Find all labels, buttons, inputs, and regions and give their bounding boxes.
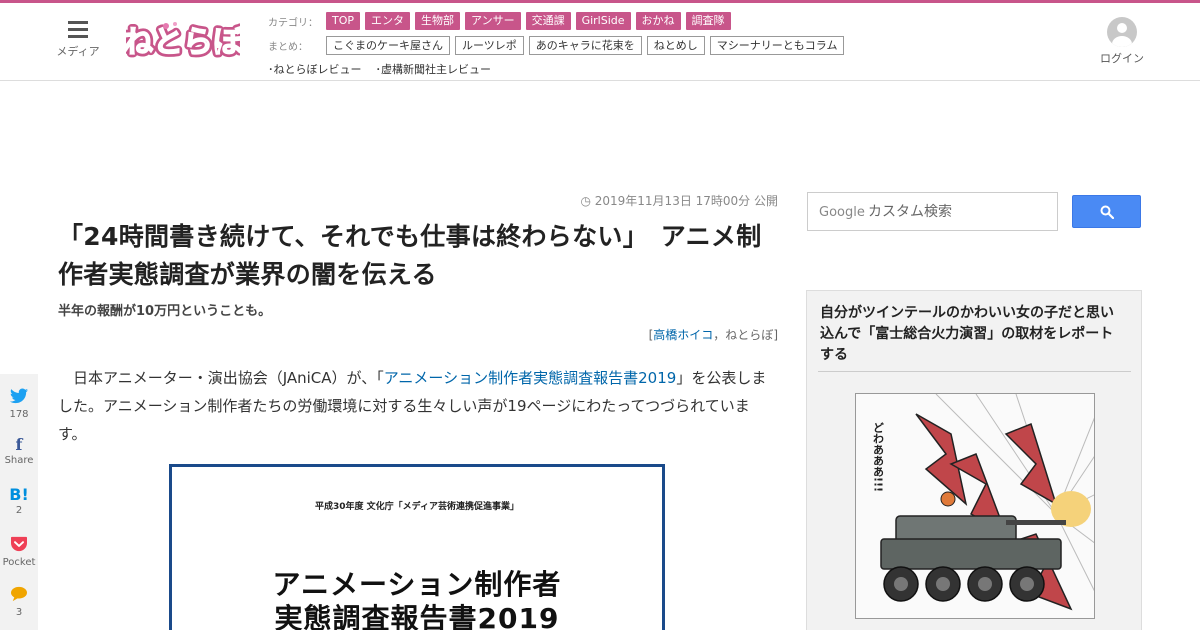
paragraph-text-1: 日本アニメーター・演出協会（JAniCA）が、「 [73,369,384,387]
media-menu-button[interactable]: メディア [52,21,104,59]
matome-koguma[interactable]: こぐまのケーキ屋さん [326,35,450,55]
search-submit-button[interactable] [1072,195,1141,228]
category-label: カテゴリ： [268,17,318,29]
article-byline: [高橋ホイコ，ねとらぼ] [649,326,778,343]
matome-netomeshi[interactable]: ねとめし [646,35,705,55]
global-nav: カテゴリ： TOP エンタ 生物部 アンサー 交通課 GirlSide おかね … [268,10,968,82]
report-link[interactable]: アニメーション制作者実態調査報告書2019 [384,369,677,387]
review-kyoko[interactable]: ･虚構新聞社主レビュー [376,61,492,77]
matome-row: まとめ： こぐまのケーキ屋さん ルーツレポ あのキャラに花束を ねとめし マシー… [268,34,968,56]
site-logo[interactable]: ねとらぼ ねとらぼ [120,17,248,65]
article-subtitle: 半年の報酬が10万円ということも。 [58,304,272,319]
user-avatar-icon [1107,17,1137,47]
recommended-article-card[interactable]: 自分がツインテールのかわいい女の子だと思い込んで「富士総合火力演習」の取材をレポ… [806,290,1142,630]
media-menu-label: メディア [56,45,100,58]
twitter-count: 178 [9,409,29,420]
share-comment-button[interactable]: 3 [0,586,38,620]
recommended-article-title[interactable]: 自分がツインテールのかわいい女の子だと思い込んで「富士総合火力演習」の取材をレポ… [820,303,1120,366]
pocket-icon [0,536,38,556]
matome-label: まとめ： [268,41,308,53]
share-pocket-button[interactable]: Pocket [0,536,38,570]
matome-hanataba[interactable]: あのキャラに花束を [528,35,642,55]
review-row: ･ねとらぼレビュー ･虚構新聞社主レビュー [268,58,968,80]
google-brand-text: Google [819,205,865,220]
share-twitter-button[interactable]: 178 [0,388,38,422]
publish-date-text: 2019年11月13日 17時00分 公開 [594,194,778,208]
share-rail: 178 f Share B! 2 Pocket 3 [0,374,38,630]
report-cover-caption: 平成30年度 文化庁「メディア芸術連携促進事業」 [314,502,520,512]
publish-date: ◷ 2019年11月13日 17時00分 公開 [580,192,778,209]
custom-search-box: Google [807,192,1058,231]
byline-sep: ， [713,328,726,342]
svg-text:どわあああ!!!: どわあああ!!! [872,422,885,492]
search-icon [1100,205,1114,219]
login-button[interactable]: ログイン [1098,17,1146,66]
share-facebook-button[interactable]: f Share [0,436,38,468]
category-top[interactable]: TOP [326,12,361,30]
card-divider [818,371,1131,372]
clock-icon: ◷ [580,194,591,208]
comment-count: 3 [15,607,23,618]
category-seibutsubu[interactable]: 生物部 [415,12,461,30]
facebook-count: Share [4,455,34,466]
svg-text:ねとらぼ: ねとらぼ [126,25,240,60]
category-row: カテゴリ： TOP エンタ 生物部 アンサー 交通課 GirlSide おかね … [268,10,968,32]
comment-icon [0,586,38,606]
nlab-logo-icon: ねとらぼ ねとらぼ [120,22,248,64]
report-cover-title-line2: 実態調査報告書2019 [274,602,560,630]
recommended-article-thumbnail[interactable]: どわあああ!!! [855,393,1095,619]
category-enta[interactable]: エンタ [365,12,411,30]
category-kotsuka[interactable]: 交通課 [525,12,571,30]
facebook-icon: f [15,435,23,454]
matome-roots[interactable]: ルーツレポ [455,35,524,55]
share-hatena-button[interactable]: B! 2 [0,486,38,518]
byline-close: ] [773,328,778,342]
hamburger-icon [68,21,88,38]
report-cover-image[interactable]: 平成30年度 文化庁「メディア芸術連携促進事業」 アニメーション制作者 実態調査… [169,464,665,630]
category-okane[interactable]: おかね [635,12,681,30]
site-header: メディア ねとらぼ ねとらぼ カテゴリ： TOP エンタ 生物部 アンサー 交通… [0,3,1200,81]
author-link[interactable]: 高橋ホイコ [653,328,713,342]
pocket-label: Pocket [2,557,36,568]
category-girlside[interactable]: GirlSide [575,12,631,30]
article-paragraph: 日本アニメーター・演出協会（JAniCA）が、「アニメーション制作者実態調査報告… [58,364,776,448]
custom-search-input[interactable] [868,199,1054,225]
twitter-icon [0,388,38,408]
category-answer[interactable]: アンサー [465,12,521,30]
article-title: 「24時間書き続けて、それでも仕事は終わらない」 アニメ制作者実態調査が業界の闇… [58,222,762,289]
matome-machinery[interactable]: マシーナリーともコラム [709,35,845,55]
review-nlab[interactable]: ･ねとらぼレビュー [268,61,362,77]
login-label: ログイン [1100,52,1144,65]
category-chosatai[interactable]: 調査隊 [685,12,731,30]
manga-tank-illustration: どわあああ!!! [856,394,1094,618]
byline-site: ねとらぼ [725,328,774,342]
hatena-count: 2 [15,505,23,516]
hatena-icon: B! [9,485,29,504]
